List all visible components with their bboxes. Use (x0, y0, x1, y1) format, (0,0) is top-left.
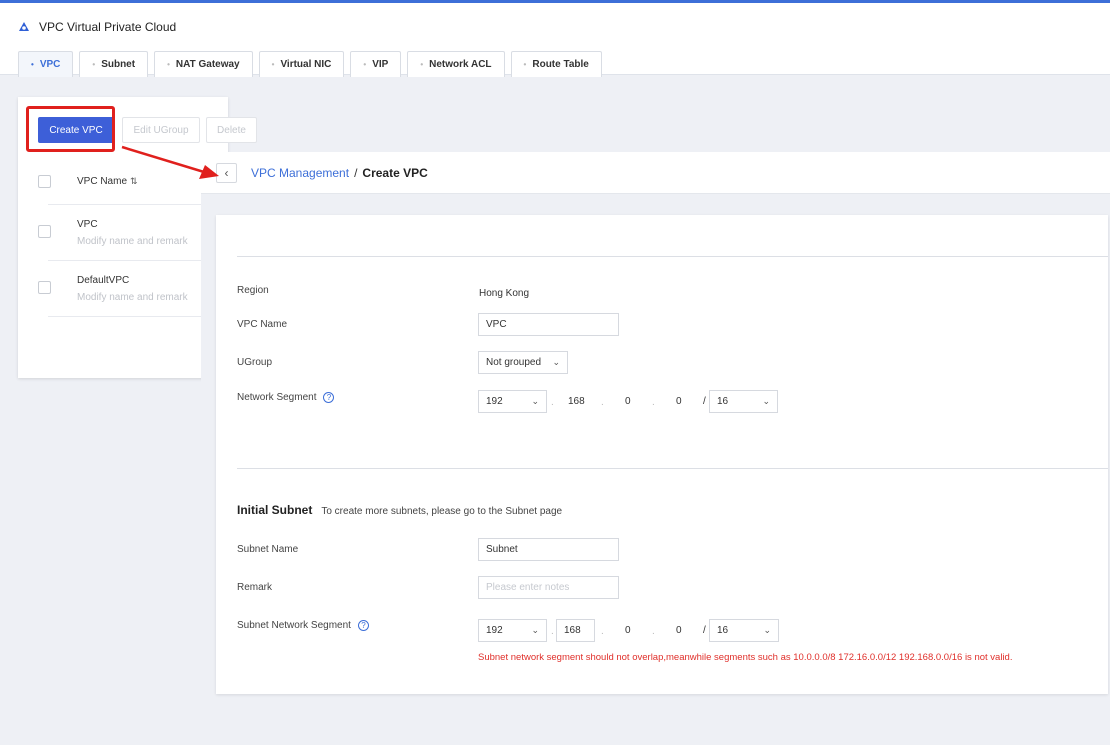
octet1-value: 192 (486, 625, 503, 636)
octet1-value: 192 (486, 396, 503, 407)
subnet-name-label: Subnet Name (237, 544, 299, 555)
breadcrumb-current: Create VPC (362, 166, 428, 180)
tab-label: Virtual NIC (280, 59, 332, 70)
subnet-segment-octet1-select[interactable]: 192 ⌄ (478, 619, 547, 642)
ugroup-select[interactable]: Not grouped ⌄ (478, 351, 568, 374)
octet-separator: . (652, 397, 655, 408)
mask-separator: / (703, 625, 706, 636)
tab-network-acl[interactable]: • Network ACL (407, 51, 505, 77)
ugroup-selected-value: Not grouped (486, 357, 542, 368)
ugroup-label: UGroup (237, 357, 273, 368)
tab-dot-icon: • (523, 60, 527, 69)
chevron-down-icon: ⌄ (531, 625, 539, 635)
network-segment-octet3[interactable]: 0 (625, 396, 631, 407)
subnet-segment-error: Subnet network segment should not overla… (478, 652, 1013, 663)
row-divider (48, 260, 201, 261)
network-segment-octet4[interactable]: 0 (676, 396, 682, 407)
octet-separator: . (601, 397, 604, 408)
remark-label: Remark (237, 582, 273, 593)
annotation-arrow (121, 145, 219, 179)
chevron-down-icon: ⌄ (531, 396, 539, 406)
vpc-row-name[interactable]: DefaultVPC (77, 275, 129, 286)
octet-separator: . (601, 626, 604, 637)
chevron-down-icon: ⌄ (763, 625, 771, 635)
octet-separator: . (551, 626, 554, 637)
tab-vip[interactable]: • VIP (350, 51, 402, 77)
help-icon[interactable]: ? (357, 620, 369, 631)
tab-label: Network ACL (429, 59, 492, 70)
form-divider (237, 468, 1108, 469)
row-divider (48, 316, 201, 317)
tab-label: VIP (372, 59, 389, 70)
network-segment-octet1-select[interactable]: 192 ⌄ (478, 390, 547, 413)
breadcrumb: VPC Management / Create VPC (251, 166, 428, 180)
vpc-row-name[interactable]: VPC (77, 219, 98, 230)
vpc-row-remark[interactable]: Modify name and remark (77, 292, 188, 303)
tab-dot-icon: • (363, 60, 367, 69)
network-segment-octet2: 168 (568, 396, 585, 407)
subnet-name-input[interactable]: Subnet (478, 538, 619, 561)
octet-separator: . (551, 397, 554, 408)
row-divider (48, 204, 201, 205)
octet-separator: . (652, 626, 655, 637)
help-icon[interactable]: ? (323, 392, 335, 403)
network-segment-label: Network Segment ? (237, 392, 335, 403)
region-label: Region (237, 285, 269, 296)
mask-value: 16 (717, 625, 729, 636)
tab-dot-icon: • (420, 60, 424, 69)
subnet-segment-octet4[interactable]: 0 (676, 625, 682, 636)
form-divider (237, 256, 1108, 257)
network-segment-mask-select[interactable]: 16 ⌄ (709, 390, 778, 413)
vpc-row-remark[interactable]: Modify name and remark (77, 236, 188, 247)
region-value: Hong Kong (479, 288, 530, 299)
vpc-name-label: VPC Name (237, 319, 288, 330)
tab-virtual-nic[interactable]: • Virtual NIC (258, 51, 345, 77)
breadcrumb-parent-link[interactable]: VPC Management (251, 166, 349, 180)
network-segment-label-text: Network Segment (237, 392, 317, 403)
subnet-segment-octet3[interactable]: 0 (625, 625, 631, 636)
subnet-segment-label-text: Subnet Network Segment (237, 620, 351, 631)
row-checkbox[interactable] (38, 225, 51, 238)
tab-dot-icon: • (271, 60, 275, 69)
subnet-segment-mask-select[interactable]: 16 ⌄ (709, 619, 779, 642)
chevron-down-icon: ⌄ (552, 357, 560, 367)
row-checkbox[interactable] (38, 281, 51, 294)
mask-separator: / (703, 396, 706, 407)
tab-route-table[interactable]: • Route Table (510, 51, 602, 77)
subnet-segment-octet2-input[interactable]: 168 (556, 619, 595, 642)
section-title-text: Initial Subnet (237, 503, 313, 517)
subnet-segment-label: Subnet Network Segment ? (237, 620, 369, 631)
vpc-name-input[interactable]: VPC (478, 313, 619, 336)
tab-label: Route Table (532, 59, 589, 70)
mask-value: 16 (717, 396, 729, 407)
section-hint: To create more subnets, please go to the… (321, 506, 563, 517)
breadcrumb-separator: / (354, 166, 358, 180)
chevron-down-icon: ⌄ (762, 396, 770, 406)
initial-subnet-section-title: Initial Subnet To create more subnets, p… (237, 503, 562, 517)
remark-input[interactable]: Please enter notes (478, 576, 619, 599)
